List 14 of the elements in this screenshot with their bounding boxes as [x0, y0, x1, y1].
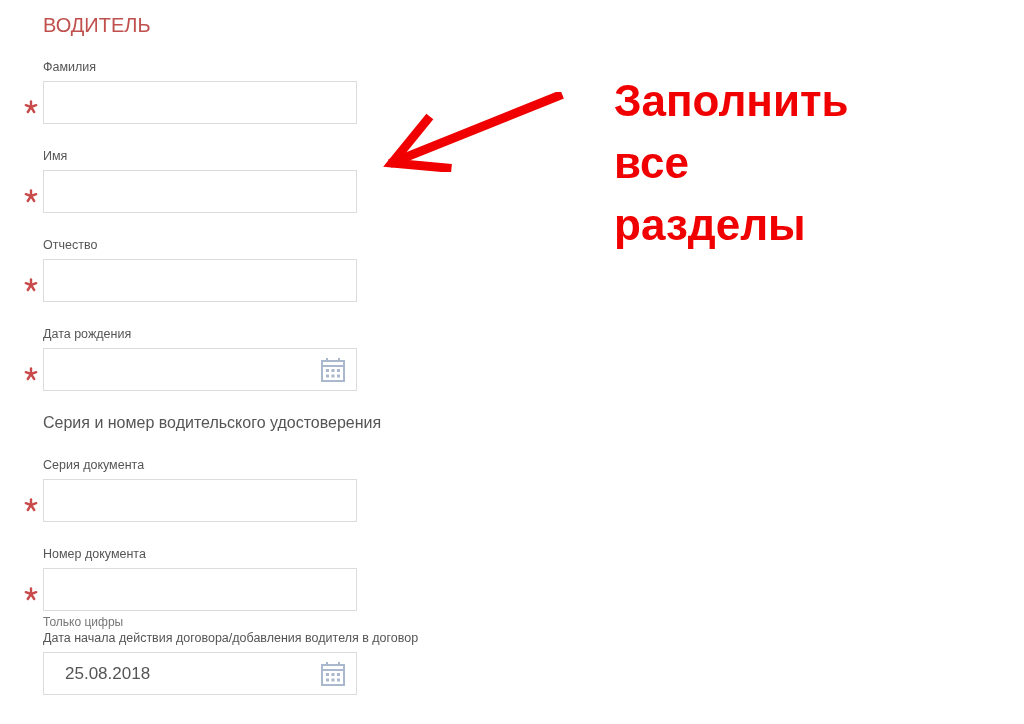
annotation-text: Заполнить [614, 75, 849, 127]
field-label: Дата начала действия договора/добавления водителя в договор [43, 630, 419, 646]
field-hint: Только цифры [43, 615, 124, 629]
field-label: Номер документа [43, 546, 146, 562]
annotation-text: разделы [614, 199, 806, 251]
field-label: Отчество [43, 237, 98, 253]
field-label: Серия документа [43, 457, 145, 473]
field-label: Имя [43, 148, 68, 164]
field-label: Фамилия [43, 59, 97, 75]
subsection-heading: Серия и номер водительского удостоверения [43, 413, 382, 433]
field-label: Дата рождения [43, 326, 132, 342]
date-field[interactable]: 25.08.2018 [43, 652, 357, 695]
annotation-text: все [614, 137, 689, 189]
section-title: ВОДИТЕЛЬ [43, 13, 151, 38]
